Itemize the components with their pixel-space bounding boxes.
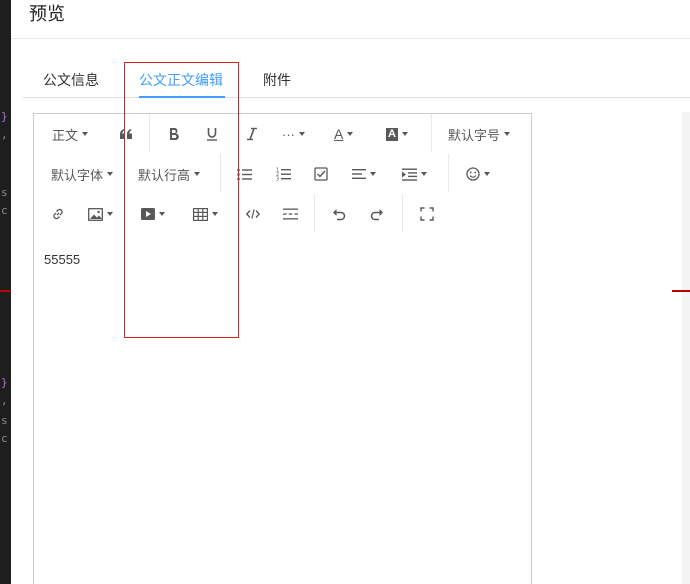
red-guide-line bbox=[672, 290, 690, 292]
code-char: , bbox=[1, 394, 8, 407]
font-size-label: 默认字号 bbox=[448, 127, 501, 143]
tab-document-body-edit[interactable]: 公文正文编辑 bbox=[139, 70, 223, 90]
fullscreen-icon bbox=[420, 207, 434, 221]
bulleted-list-icon bbox=[237, 168, 252, 180]
code-char: s bbox=[1, 414, 8, 427]
font-family-label: 默认字体 bbox=[51, 167, 104, 183]
chevron-down-icon bbox=[504, 132, 511, 136]
underline-icon bbox=[207, 128, 217, 141]
code-char: c bbox=[1, 204, 8, 217]
chevron-down-icon bbox=[370, 172, 376, 176]
font-color-button[interactable]: A bbox=[334, 122, 354, 146]
chevron-down-icon bbox=[107, 212, 113, 216]
code-icon bbox=[246, 209, 260, 219]
chevron-down-icon bbox=[212, 212, 218, 216]
divider-icon bbox=[283, 208, 298, 220]
todo-button[interactable] bbox=[314, 162, 328, 186]
video-dropdown[interactable] bbox=[141, 202, 165, 226]
more-icon: ··· bbox=[282, 126, 295, 142]
code-button[interactable] bbox=[246, 202, 260, 226]
toolbar-separator bbox=[448, 154, 449, 192]
font-color-icon: A bbox=[334, 126, 344, 142]
editor-content[interactable]: 55555 bbox=[44, 252, 80, 267]
tab-bar: 公文信息 公文正文编辑 附件 bbox=[23, 60, 690, 98]
toolbar-separator bbox=[402, 194, 403, 232]
italic-icon bbox=[247, 127, 257, 141]
chevron-down-icon bbox=[421, 172, 427, 176]
toolbar-separator bbox=[220, 154, 221, 192]
tab-document-info[interactable]: 公文信息 bbox=[43, 70, 99, 90]
header-divider bbox=[11, 38, 690, 39]
redo-icon bbox=[370, 209, 383, 221]
preview-modal: 预览 公文信息 公文正文编辑 附件 正文 ··· A A 默认字号 默认字体 默… bbox=[11, 0, 690, 584]
background-color-button[interactable]: A bbox=[386, 122, 408, 146]
paragraph-label: 正文 bbox=[52, 127, 79, 143]
image-icon bbox=[88, 207, 103, 221]
more-button[interactable]: ··· bbox=[282, 122, 305, 146]
line-height-label: 默认行高 bbox=[138, 167, 191, 183]
side-panel bbox=[682, 112, 690, 584]
todo-icon bbox=[314, 167, 328, 181]
quote-icon bbox=[120, 129, 132, 139]
paragraph-dropdown[interactable]: 正文 bbox=[52, 122, 89, 146]
font-size-dropdown[interactable]: 默认字号 bbox=[448, 122, 511, 146]
link-icon bbox=[53, 208, 63, 220]
numbered-list-button[interactable]: 123 bbox=[276, 162, 291, 186]
redo-button[interactable] bbox=[370, 202, 384, 226]
chevron-down-icon bbox=[299, 132, 305, 136]
rich-text-editor: 正文 ··· A A 默认字号 默认字体 默认行高 1 2 3 55555 bbox=[33, 113, 532, 584]
chevron-down-icon bbox=[401, 132, 408, 136]
code-char: s bbox=[1, 186, 8, 199]
table-dropdown[interactable] bbox=[193, 202, 218, 226]
chevron-down-icon bbox=[159, 212, 165, 216]
underline-button[interactable] bbox=[206, 122, 218, 146]
bulleted-list-button[interactable] bbox=[237, 162, 252, 186]
tab-attachments[interactable]: 附件 bbox=[263, 70, 291, 90]
quote-button[interactable] bbox=[119, 122, 133, 146]
link-button[interactable] bbox=[51, 202, 65, 226]
code-char: } bbox=[1, 376, 8, 389]
red-guide-line bbox=[0, 290, 11, 292]
table-icon bbox=[193, 207, 208, 221]
chevron-down-icon bbox=[484, 172, 490, 176]
indent-dropdown[interactable] bbox=[402, 162, 427, 186]
line-height-dropdown[interactable]: 默认行高 bbox=[138, 162, 201, 186]
image-dropdown[interactable] bbox=[88, 202, 113, 226]
fullscreen-button[interactable] bbox=[420, 202, 434, 226]
bold-icon bbox=[170, 128, 179, 141]
chevron-down-icon bbox=[347, 132, 354, 136]
emotion-icon bbox=[466, 167, 480, 181]
divider-button[interactable] bbox=[283, 202, 298, 226]
justify-dropdown[interactable] bbox=[352, 162, 376, 186]
code-char: } bbox=[1, 110, 8, 123]
code-char: , bbox=[1, 128, 8, 141]
emotion-dropdown[interactable] bbox=[466, 162, 490, 186]
video-icon bbox=[141, 208, 155, 220]
toolbar-separator bbox=[149, 114, 150, 152]
chevron-down-icon bbox=[82, 132, 89, 136]
undo-icon bbox=[333, 209, 346, 221]
chevron-down-icon bbox=[194, 172, 201, 176]
code-char: c bbox=[1, 432, 8, 445]
italic-button[interactable] bbox=[246, 122, 258, 146]
modal-title: 预览 bbox=[29, 4, 65, 24]
code-editor-strip: } , s c } , s c bbox=[0, 0, 11, 584]
chevron-down-icon bbox=[107, 172, 114, 176]
svg-text:3: 3 bbox=[276, 177, 279, 182]
justify-icon bbox=[352, 169, 366, 179]
toolbar-separator bbox=[314, 194, 315, 232]
indent-icon bbox=[402, 168, 417, 181]
background-color-icon: A bbox=[386, 127, 398, 141]
active-tab-indicator bbox=[139, 96, 225, 98]
numbered-list-icon: 123 bbox=[276, 168, 291, 182]
font-family-dropdown[interactable]: 默认字体 bbox=[51, 162, 114, 186]
bold-button[interactable] bbox=[168, 122, 180, 146]
toolbar-separator bbox=[431, 114, 432, 152]
undo-button[interactable] bbox=[332, 202, 346, 226]
